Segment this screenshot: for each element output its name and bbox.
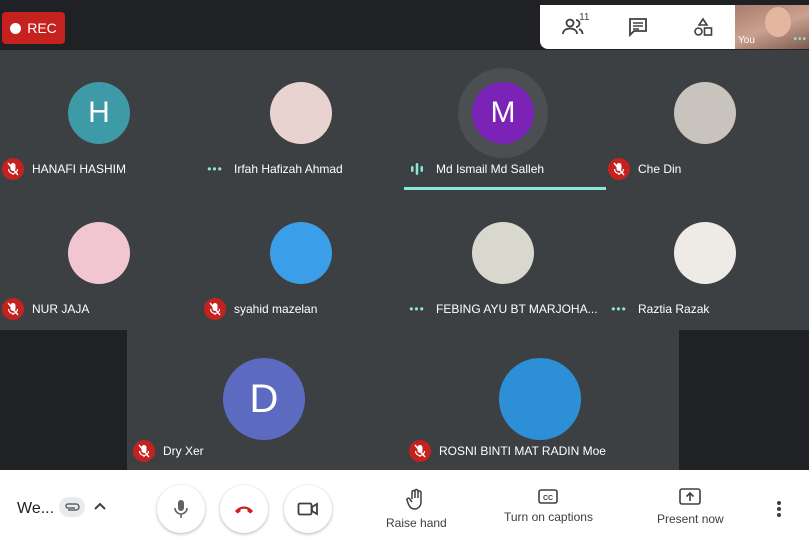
grid-filler-right bbox=[679, 330, 809, 470]
rec-label: REC bbox=[27, 20, 57, 36]
participant-avatar bbox=[674, 222, 736, 284]
participant-count: 11 bbox=[579, 12, 590, 23]
participant-name: HANAFI HASHIM bbox=[32, 162, 127, 176]
participant-name: ROSNI BINTI MAT RADIN Moe bbox=[439, 444, 606, 458]
mic-off-icon bbox=[2, 158, 24, 180]
self-label: You bbox=[738, 35, 755, 46]
microphone-button[interactable] bbox=[157, 485, 205, 533]
participant-name-row: syahid mazelan bbox=[204, 298, 317, 320]
bottom-bar: We... Raise hand CC Turn on captions Pre… bbox=[0, 470, 809, 549]
participant-tile[interactable]: Che Din bbox=[606, 50, 808, 190]
raise-hand-button[interactable]: Raise hand bbox=[386, 488, 447, 530]
camera-button[interactable] bbox=[284, 485, 332, 533]
svg-text:CC: CC bbox=[543, 495, 553, 502]
audio-wave-icon bbox=[406, 158, 428, 180]
closed-captions-icon: CC bbox=[538, 489, 559, 504]
captions-label: Turn on captions bbox=[504, 510, 593, 524]
participant-name: FEBING AYU BT MARJOHA... bbox=[436, 302, 598, 316]
more-dots-icon: ••• bbox=[207, 162, 223, 176]
mic-off-icon bbox=[409, 440, 431, 462]
avatar-initial: D bbox=[249, 376, 279, 421]
avatar-initial: M bbox=[490, 96, 516, 129]
participant-tile[interactable]: ••• FEBING AYU BT MARJOHA... bbox=[404, 190, 606, 330]
chat-button[interactable] bbox=[623, 12, 653, 42]
mic-off-icon bbox=[608, 158, 630, 180]
participant-avatar bbox=[674, 82, 736, 144]
participant-tile[interactable]: ROSNI BINTI MAT RADIN Moe bbox=[403, 330, 679, 470]
chat-icon bbox=[628, 18, 647, 37]
self-video bbox=[765, 7, 791, 37]
more-dots-icon: ••• bbox=[611, 302, 627, 316]
participant-avatar bbox=[270, 222, 332, 284]
participant-avatar: H bbox=[68, 82, 130, 144]
participant-name-row: NUR JAJA bbox=[2, 298, 89, 320]
participant-name: Raztia Razak bbox=[638, 302, 710, 316]
participant-name: Md Ismail Md Salleh bbox=[436, 162, 545, 176]
shapes-icon bbox=[693, 17, 712, 36]
mic-off-icon bbox=[204, 298, 226, 320]
participant-name-row: HANAFI HASHIM bbox=[2, 158, 126, 180]
top-bar: REC 11 You ••• bbox=[0, 0, 809, 50]
present-now-label: Present now bbox=[657, 512, 724, 526]
meeting-details-toggle[interactable] bbox=[92, 498, 108, 519]
self-view-tile[interactable]: You ••• bbox=[735, 5, 809, 49]
present-now-button[interactable]: Present now bbox=[657, 488, 724, 526]
people-button[interactable]: 11 bbox=[558, 12, 590, 42]
participant-tile[interactable]: H HANAFI HASHIM bbox=[0, 50, 202, 190]
participant-avatar bbox=[499, 358, 581, 440]
more-dots-icon: ••• bbox=[409, 302, 425, 316]
participant-tile[interactable]: ••• Raztia Razak bbox=[606, 190, 808, 330]
paperclip-icon bbox=[65, 503, 80, 511]
participant-name: NUR JAJA bbox=[32, 302, 90, 316]
hang-up-icon bbox=[235, 506, 253, 514]
participant-tile[interactable]: ••• Irfah Hafizah Ahmad bbox=[202, 50, 404, 190]
participant-avatar bbox=[270, 82, 332, 144]
raise-hand-label: Raise hand bbox=[386, 516, 447, 530]
more-options-button[interactable] bbox=[776, 500, 782, 523]
participant-name: Dry Xer bbox=[163, 444, 204, 458]
video-camera-icon bbox=[297, 502, 318, 516]
participant-name-row: ••• Irfah Hafizah Ahmad bbox=[204, 158, 343, 180]
participant-name: Irfah Hafizah Ahmad bbox=[234, 162, 343, 176]
participant-tile[interactable]: NUR JAJA bbox=[0, 190, 202, 330]
participant-tile[interactable]: M Md Ismail Md Salleh bbox=[404, 50, 606, 190]
chevron-up-icon bbox=[94, 502, 106, 510]
recording-indicator: REC bbox=[2, 12, 65, 44]
participant-name-row: ••• Raztia Razak bbox=[608, 298, 709, 320]
participant-avatar bbox=[68, 222, 130, 284]
top-panel: 11 bbox=[540, 5, 735, 49]
participant-name-row: Che Din bbox=[608, 158, 681, 180]
mic-off-icon bbox=[2, 298, 24, 320]
participant-grid: H HANAFI HASHIM ••• Irfah Hafizah Ahmad M Md … bbox=[0, 50, 809, 470]
record-dot-icon bbox=[10, 22, 22, 34]
participant-name: Che Din bbox=[638, 162, 682, 176]
participant-name-row: ROSNI BINTI MAT RADIN Moe bbox=[409, 440, 606, 462]
activities-button[interactable] bbox=[688, 12, 718, 42]
participant-avatar: M bbox=[472, 82, 534, 144]
more-vertical-icon bbox=[777, 501, 781, 517]
self-more-dots-icon: ••• bbox=[793, 34, 807, 45]
participant-name-row: ••• FEBING AYU BT MARJOHA... bbox=[406, 298, 598, 320]
participant-avatar bbox=[472, 222, 534, 284]
end-call-button[interactable] bbox=[220, 485, 268, 533]
meeting-title[interactable]: We... bbox=[17, 500, 54, 518]
participant-name: syahid mazelan bbox=[234, 302, 318, 316]
participant-avatar: D bbox=[223, 358, 305, 440]
microphone-icon bbox=[174, 500, 188, 518]
captions-button[interactable]: CC Turn on captions bbox=[504, 488, 593, 524]
participant-tile[interactable]: syahid mazelan bbox=[202, 190, 404, 330]
avatar-initial: H bbox=[88, 96, 110, 129]
participant-name-row: Md Ismail Md Salleh bbox=[406, 158, 544, 180]
present-screen-icon bbox=[679, 488, 702, 505]
participant-tile[interactable]: D Dry Xer bbox=[127, 330, 403, 470]
participant-name-row: Dry Xer bbox=[133, 440, 204, 462]
hand-icon bbox=[406, 488, 423, 510]
attachment-button[interactable] bbox=[59, 497, 85, 517]
mic-off-icon bbox=[133, 440, 155, 462]
grid-filler-left bbox=[0, 330, 127, 470]
